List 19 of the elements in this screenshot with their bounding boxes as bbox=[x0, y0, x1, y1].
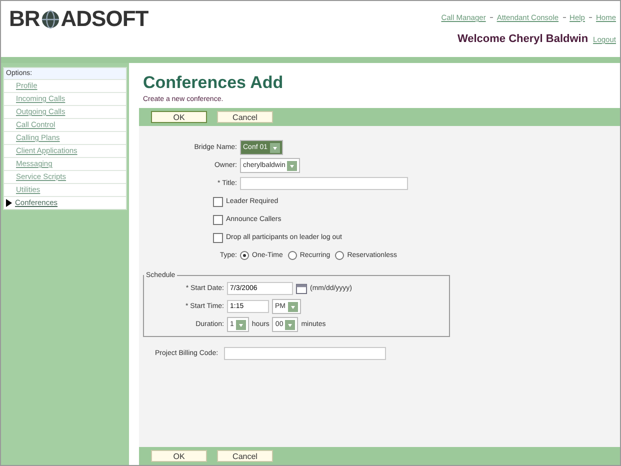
radio-button[interactable] bbox=[288, 251, 297, 260]
checkbox[interactable] bbox=[213, 214, 223, 224]
billing-code-field[interactable] bbox=[224, 347, 386, 360]
ok-button[interactable]: OK bbox=[151, 111, 207, 123]
checkbox[interactable] bbox=[213, 196, 223, 206]
pointer-icon bbox=[6, 199, 12, 207]
globe-icon bbox=[40, 10, 60, 28]
calendar-icon[interactable] bbox=[296, 283, 307, 294]
radio-button[interactable] bbox=[335, 251, 344, 260]
checkbox[interactable] bbox=[213, 232, 223, 242]
page-title: Conferences Add bbox=[143, 73, 284, 93]
ok-button[interactable]: OK bbox=[151, 450, 207, 462]
welcome-text: Welcome Cheryl Baldwin bbox=[457, 33, 588, 45]
title-field[interactable] bbox=[240, 177, 408, 190]
radio-button[interactable] bbox=[240, 251, 249, 260]
logo-text: ADSOFT bbox=[60, 6, 148, 32]
cancel-button[interactable]: Cancel bbox=[217, 111, 273, 123]
cancel-button[interactable]: Cancel bbox=[217, 450, 273, 462]
logo-text: BR bbox=[9, 6, 40, 32]
